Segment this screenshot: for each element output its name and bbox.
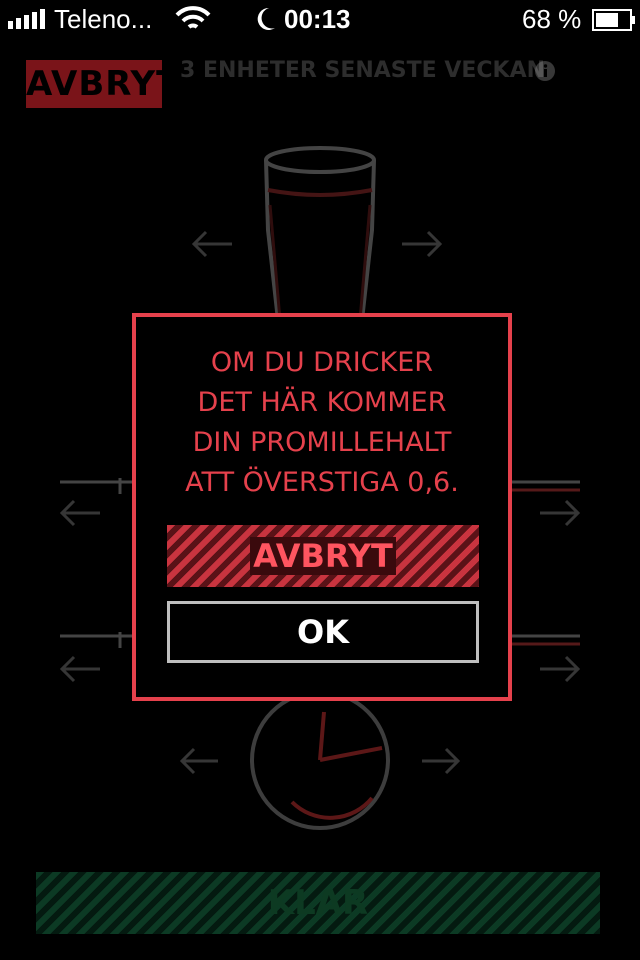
arrow-left-icon xyxy=(179,747,218,775)
arrow-left-icon xyxy=(191,230,232,258)
alert-message: OM DU DRICKER DET HÄR KOMMER DIN PROMILL… xyxy=(136,343,508,503)
signal-bars-icon xyxy=(8,9,45,29)
carrier-name: Teleno... xyxy=(54,4,153,34)
top-cancel-button[interactable]: AVBRYT xyxy=(26,60,179,108)
alert-message-line: DIN PROMILLEHALT xyxy=(192,427,452,458)
wifi-icon xyxy=(175,6,211,29)
battery-icon xyxy=(592,9,635,31)
clock-icon xyxy=(250,690,390,830)
dialog-ok-button[interactable]: OK xyxy=(167,601,479,663)
alert-dialog: OM DU DRICKER DET HÄR KOMMER DIN PROMILL… xyxy=(132,313,512,701)
arrow-right-icon xyxy=(402,230,443,258)
weekly-units-label: 3 ENHETER SENASTE VECKAN xyxy=(180,58,546,83)
arrow-left-icon xyxy=(59,655,100,683)
dialog-cancel-button[interactable]: AVBRYT xyxy=(167,525,479,587)
dialog-cancel-label: AVBRYT xyxy=(250,537,396,575)
status-bar: Teleno... 00:13 68 % xyxy=(0,0,640,40)
arrow-right-icon xyxy=(422,747,461,775)
alert-message-line: ATT ÖVERSTIGA 0,6. xyxy=(185,467,459,498)
beer-glass-icon xyxy=(264,146,376,321)
status-time: 00:13 xyxy=(284,4,351,34)
moon-icon xyxy=(257,7,275,30)
arrow-right-icon xyxy=(540,499,581,527)
alert-message-line: OM DU DRICKER xyxy=(210,347,434,378)
alert-message-line: DET HÄR KOMMER xyxy=(197,387,447,418)
battery-percent: 68 % xyxy=(522,4,582,34)
info-icon[interactable] xyxy=(534,60,556,82)
arrow-left-icon xyxy=(59,499,100,527)
done-button[interactable]: KLAR xyxy=(36,872,600,934)
arrow-right-icon xyxy=(540,655,581,683)
